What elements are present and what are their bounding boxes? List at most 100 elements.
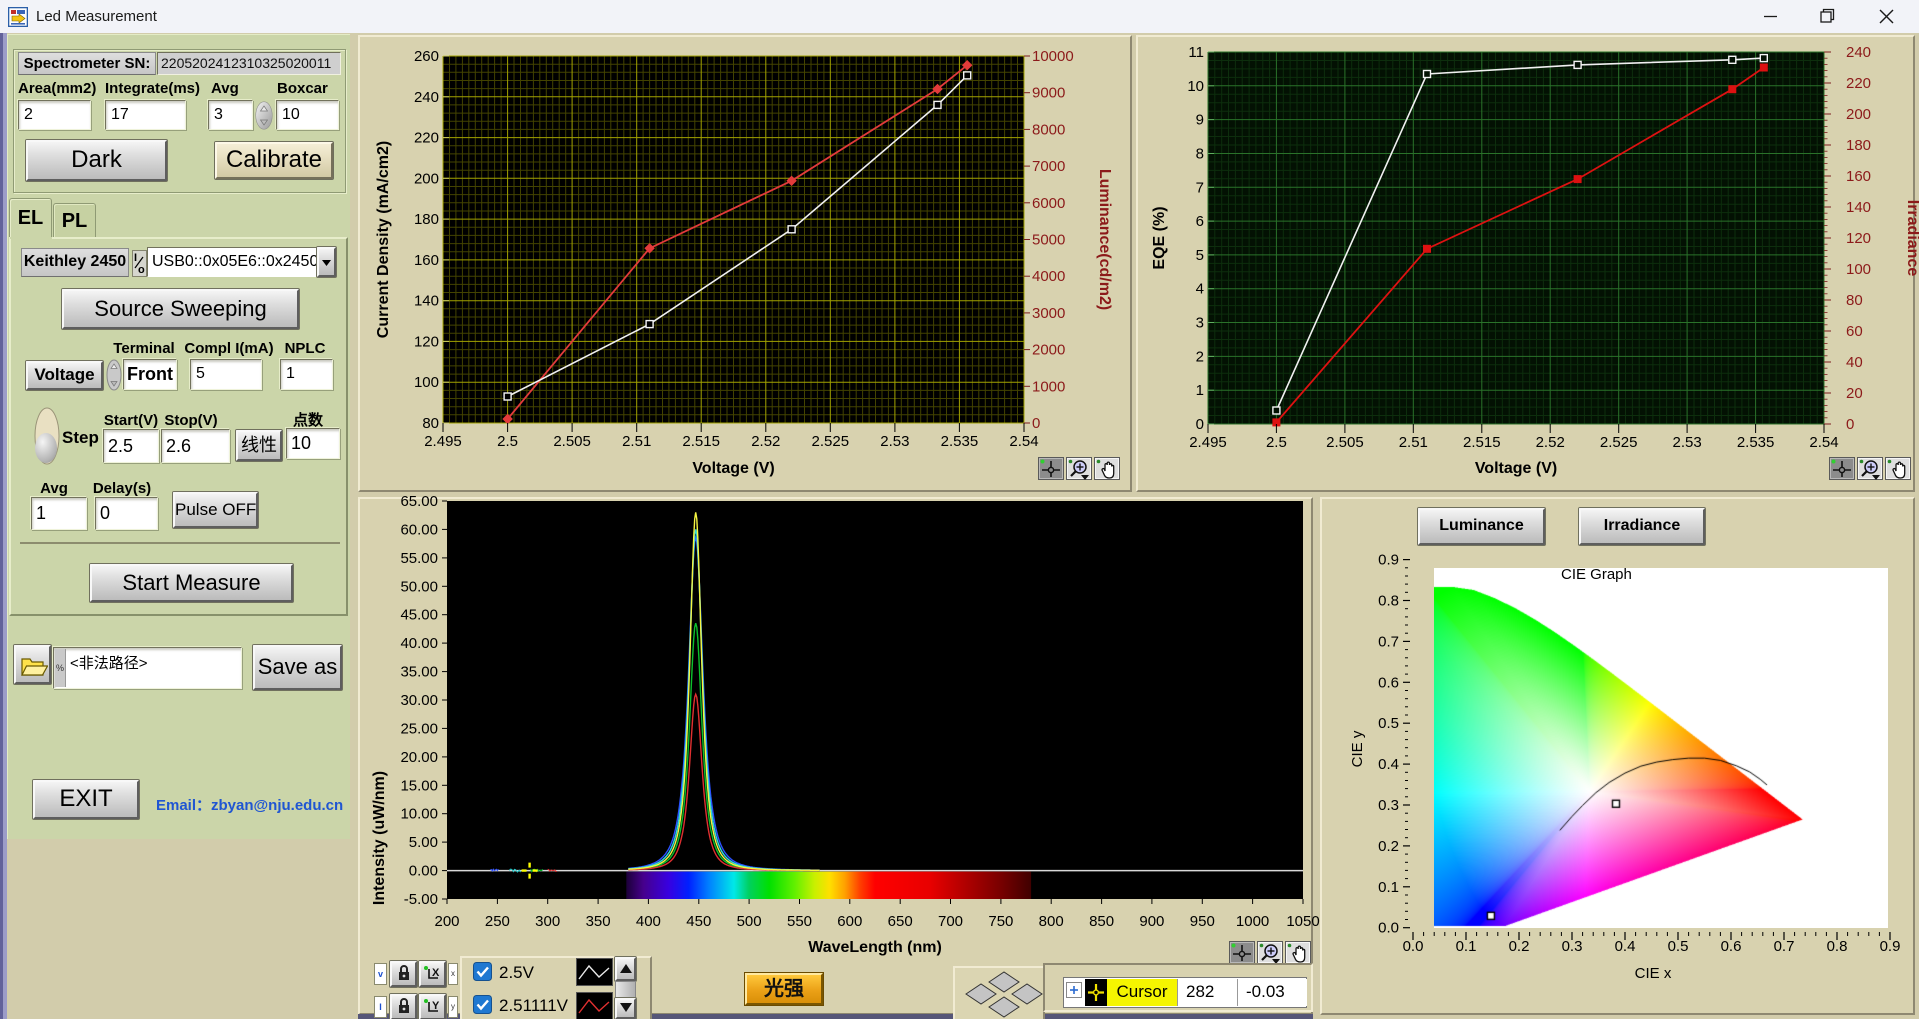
svg-text:40.00: 40.00 [400,635,438,652]
svg-text:0: 0 [1032,415,1040,432]
svg-text:180: 180 [414,211,439,228]
svg-text:700: 700 [938,913,963,930]
svg-text:0.2: 0.2 [1509,938,1530,955]
svg-text:0.2: 0.2 [1378,838,1399,855]
svg-text:9000: 9000 [1032,85,1065,102]
svg-text:450: 450 [686,913,711,930]
svg-text:4000: 4000 [1032,268,1065,285]
svg-text:2.54: 2.54 [1809,434,1838,451]
svg-text:240: 240 [414,89,439,106]
svg-text:Voltage (V): Voltage (V) [1475,460,1557,477]
svg-text:220: 220 [1846,75,1871,92]
svg-text:8: 8 [1196,146,1204,163]
svg-text:Y: Y [432,1000,440,1012]
svg-text:10: 10 [1187,78,1204,95]
svg-text:2000: 2000 [1032,342,1065,359]
svg-text:100: 100 [414,374,439,391]
svg-text:2.505: 2.505 [1326,434,1364,451]
svg-text:55.00: 55.00 [400,550,438,567]
svg-text:200: 200 [1846,106,1871,123]
svg-text:0.7: 0.7 [1378,633,1399,650]
svg-text:120: 120 [1846,230,1871,247]
svg-text:850: 850 [1089,913,1114,930]
svg-text:I: I [134,252,137,264]
svg-text:7000: 7000 [1032,158,1065,175]
svg-text:2.525: 2.525 [812,433,850,450]
svg-text:0.6: 0.6 [1721,938,1742,955]
svg-text:0.5: 0.5 [1378,715,1399,732]
svg-text:750: 750 [988,913,1013,930]
svg-text:5000: 5000 [1032,232,1065,249]
svg-text:100: 100 [1846,261,1871,278]
svg-text:1050: 1050 [1286,913,1319,930]
svg-text:10.00: 10.00 [400,806,438,823]
svg-text:60: 60 [1846,323,1863,340]
svg-text:2.52: 2.52 [1536,434,1565,451]
svg-text:2.54: 2.54 [1009,433,1038,450]
svg-text:260: 260 [414,48,439,65]
svg-text:0.8: 0.8 [1378,593,1399,610]
svg-text:500: 500 [737,913,762,930]
svg-text:7: 7 [1196,179,1204,196]
svg-text:2.515: 2.515 [1463,434,1501,451]
svg-text:800: 800 [1039,913,1064,930]
svg-text:300: 300 [535,913,560,930]
svg-text:10000: 10000 [1032,48,1074,65]
svg-text:0.1: 0.1 [1378,879,1399,896]
svg-text:2.535: 2.535 [1737,434,1775,451]
svg-text:2.51: 2.51 [1399,434,1428,451]
svg-text:1000: 1000 [1032,378,1065,395]
svg-text:2.515: 2.515 [682,433,720,450]
svg-text:2.505: 2.505 [553,433,591,450]
svg-text:0.0: 0.0 [1403,938,1424,955]
svg-text:2.495: 2.495 [1189,434,1227,451]
svg-text:140: 140 [1846,199,1871,216]
svg-text:80: 80 [422,415,439,432]
svg-text:180: 180 [1846,137,1871,154]
svg-text:0.3: 0.3 [1378,797,1399,814]
svg-text:65.00: 65.00 [400,493,438,510]
svg-text:2.535: 2.535 [941,433,979,450]
svg-text:0: 0 [1196,416,1204,433]
svg-text:25.00: 25.00 [400,720,438,737]
svg-text:200: 200 [414,170,439,187]
svg-text:120: 120 [414,333,439,350]
svg-text:400: 400 [636,913,661,930]
svg-text:2.52: 2.52 [751,433,780,450]
svg-text:600: 600 [837,913,862,930]
svg-text:0.1: 0.1 [1456,938,1477,955]
svg-text:0.9: 0.9 [1378,552,1399,569]
svg-text:2.53: 2.53 [880,433,909,450]
svg-text:6000: 6000 [1032,195,1065,212]
svg-text:650: 650 [888,913,913,930]
svg-text:50.00: 50.00 [400,578,438,595]
svg-text:350: 350 [586,913,611,930]
svg-text:1: 1 [1196,382,1204,399]
svg-text:0.7: 0.7 [1774,938,1795,955]
svg-text:CIE x: CIE x [1635,965,1672,982]
svg-text:30.00: 30.00 [400,692,438,709]
svg-text:8000: 8000 [1032,121,1065,138]
svg-text:160: 160 [414,252,439,269]
svg-text:2.5: 2.5 [497,433,518,450]
svg-text:6: 6 [1196,213,1204,230]
svg-text:2.53: 2.53 [1672,434,1701,451]
svg-text:Irradiance: Irradiance [1904,200,1919,277]
svg-text:2.5: 2.5 [1266,434,1287,451]
svg-text:35.00: 35.00 [400,664,438,681]
svg-text:WaveLength (nm): WaveLength (nm) [808,939,942,956]
svg-text:3000: 3000 [1032,305,1065,322]
svg-text:5: 5 [1196,247,1204,264]
svg-text:0.0: 0.0 [1378,920,1399,937]
svg-text:3: 3 [1196,315,1204,332]
svg-text:20.00: 20.00 [400,749,438,766]
svg-text:0.4: 0.4 [1378,756,1399,773]
svg-text:9: 9 [1196,112,1204,129]
svg-text:2.51: 2.51 [622,433,651,450]
svg-text:0: 0 [1846,416,1854,433]
svg-text:200: 200 [434,913,459,930]
svg-text:0.5: 0.5 [1668,938,1689,955]
svg-text:250: 250 [485,913,510,930]
svg-text:4: 4 [1196,281,1204,298]
svg-text:11: 11 [1188,44,1204,61]
